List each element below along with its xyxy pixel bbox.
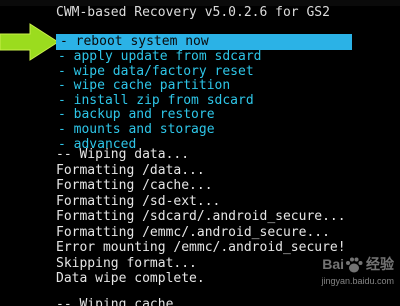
baidu-paw-icon [346,257,363,273]
menu-item-mounts-storage[interactable]: - mounts and storage [56,122,356,138]
watermark-logo: Bai 经验 [322,254,394,274]
watermark: Bai 经验 jingyan.baidu.com [284,254,394,298]
menu-item-wipe-data[interactable]: - wipe data/factory reset [56,64,356,80]
log-line: Formatting /sdcard/.android_secure... [56,209,346,224]
menu-item-reboot-system-now[interactable]: - reboot system now [56,34,352,50]
watermark-url: jingyan.baidu.com [321,276,394,287]
menu-item-backup-restore[interactable]: - backup and restore [56,108,356,123]
log-line: Formatting /sd-ext... [56,193,221,209]
recovery-menu: - reboot system now - apply update from … [56,34,356,152]
menu-item-apply-update[interactable]: - apply update from sdcard [56,49,356,65]
log-line: Formatting /cache... [56,178,213,193]
menu-item-install-zip[interactable]: - install zip from sdcard [56,93,356,109]
arrow-right-icon [0,23,58,61]
log-line: -- Wiping data... [56,147,190,162]
log-line: Formatting /data... [56,162,205,178]
recovery-title: CWM-based Recovery v5.0.2.6 for GS2 [56,5,330,20]
recovery-screen: CWM-based Recovery v5.0.2.6 for GS2 - re… [0,0,400,306]
menu-item-wipe-cache[interactable]: - wipe cache partition [56,79,356,94]
log-line: Formatting /emmc/.android_secure... [56,224,330,240]
